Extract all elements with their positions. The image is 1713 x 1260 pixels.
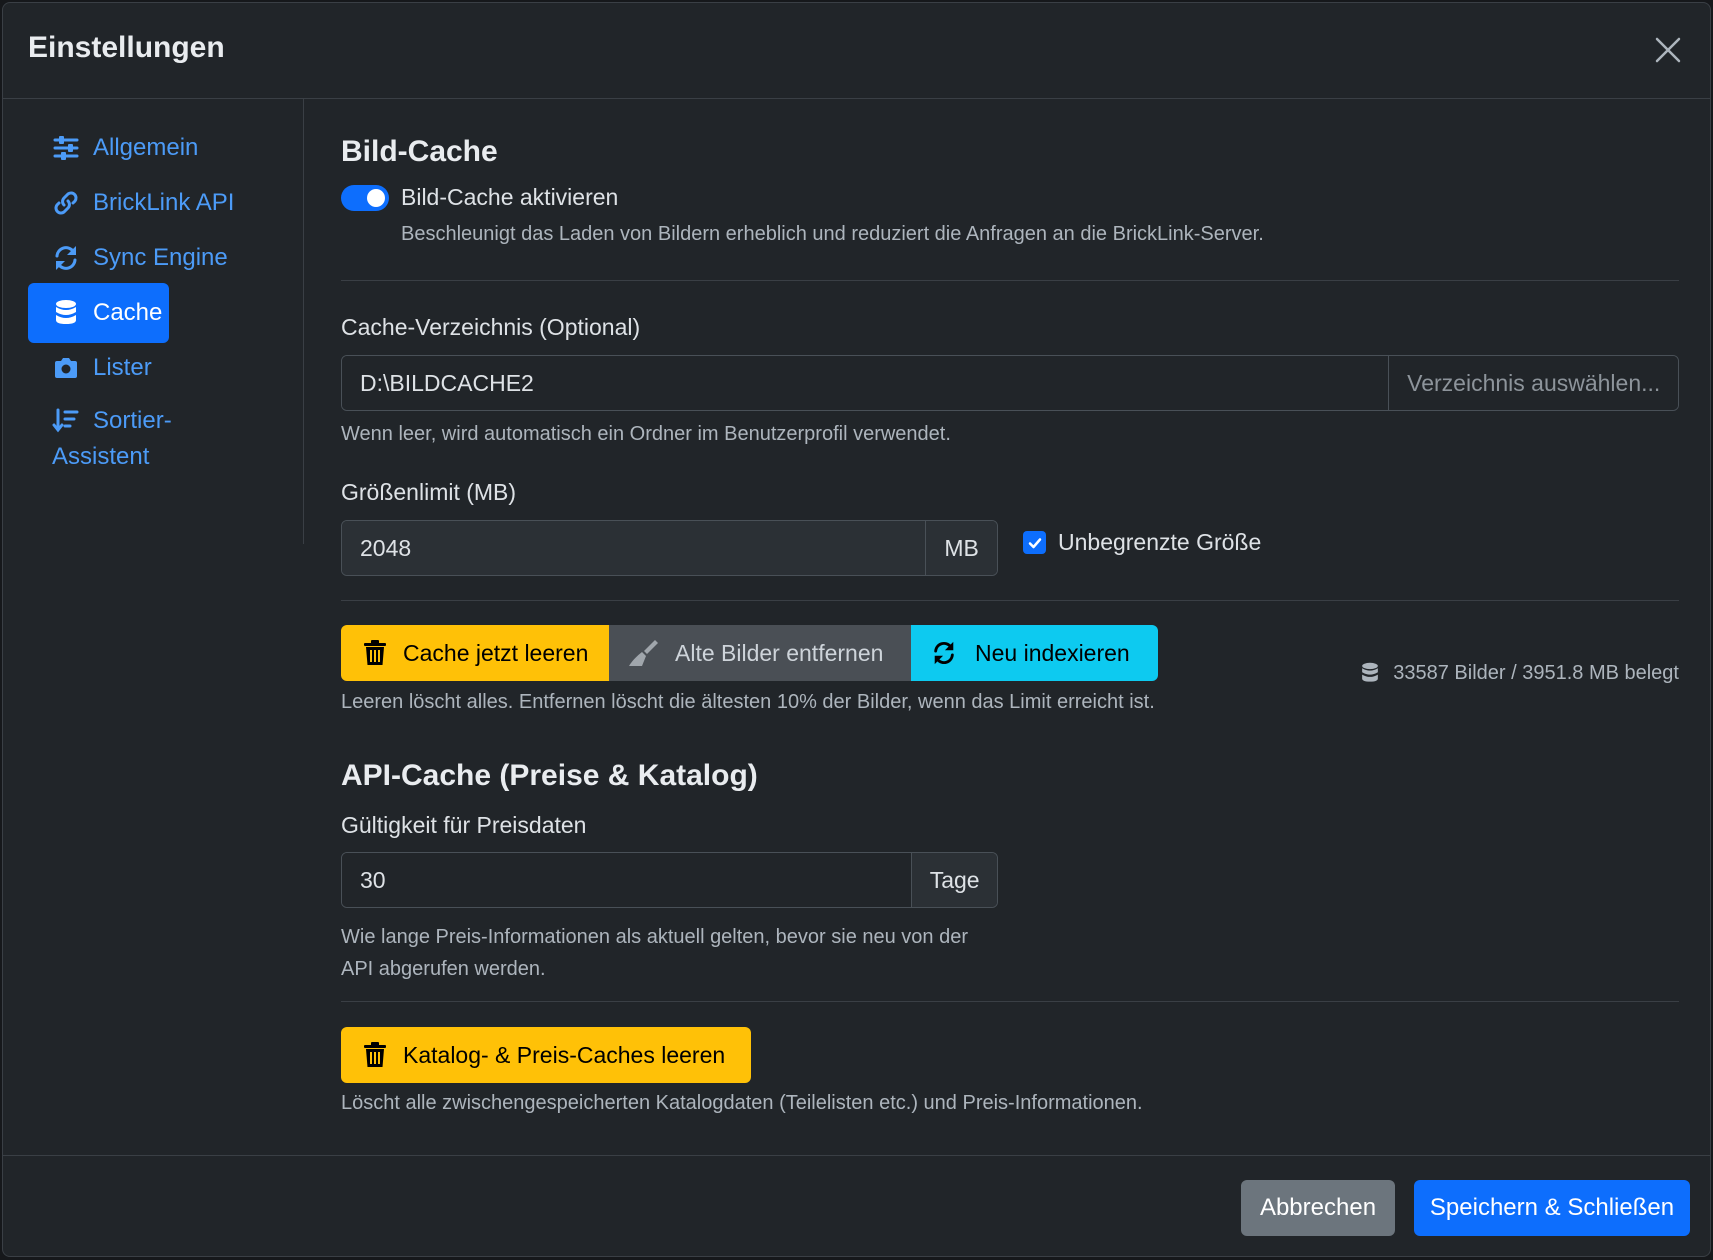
sidebar-item-label: Lister <box>93 354 152 381</box>
cache-dir-group: Verzeichnis auswählen... <box>341 355 1679 411</box>
modal-header: Einstellungen <box>3 3 1710 99</box>
unlimited-size-label: Unbegrenzte Größe <box>1058 529 1262 555</box>
sidebar-item-label: BrickLink API <box>93 189 235 216</box>
settings-sidebar: Allgemein BrickLink API Sync Engine Cach… <box>3 99 304 544</box>
sidebar-item-sync-engine[interactable]: Sync Engine <box>28 228 252 288</box>
sidebar-item-allgemein[interactable]: Allgemein <box>28 118 222 178</box>
close-icon <box>1655 37 1681 63</box>
unlimited-size-checkbox[interactable] <box>1023 531 1046 554</box>
divider <box>341 280 1679 281</box>
image-cache-toggle[interactable] <box>341 185 389 211</box>
price-validity-input[interactable] <box>342 853 912 907</box>
camera-icon <box>55 358 77 378</box>
clear-cache-label: Cache jetzt leeren <box>403 639 589 666</box>
price-validity-help: Wie lange Preis-Informationen als aktuel… <box>341 926 969 980</box>
broom-icon <box>629 640 658 666</box>
image-cache-toggle-label: Bild-Cache aktivieren <box>401 184 619 210</box>
remove-old-images-button[interactable]: Alte Bilder entfernen <box>609 625 911 681</box>
cache-actions-group: Cache jetzt leeren Alte Bilder entfernen… <box>341 625 1158 681</box>
cache-dir-help: Wenn leer, wird automatisch ein Ordner i… <box>341 423 951 445</box>
size-limit-label: Größenlimit (MB) <box>341 479 517 505</box>
price-validity-label: Gültigkeit für Preisdaten <box>341 812 587 838</box>
settings-modal: Einstellungen Allgemein BrickLink API Sy… <box>2 2 1711 1257</box>
cache-actions-help: Leeren löscht alles. Entfernen löscht di… <box>341 691 1155 713</box>
price-validity-group: Tage <box>341 852 998 908</box>
sidebar-item-label: Sortier- Assistent <box>52 407 172 470</box>
database-icon <box>1362 662 1379 682</box>
image-cache-toggle-help: Beschleunigt das Laden von Bildern erheb… <box>401 223 1264 245</box>
database-icon <box>56 300 76 324</box>
clear-api-cache-label: Katalog- & Preis-Caches leeren <box>403 1041 726 1068</box>
cache-stats: 33587 Bilder / 3951.8 MB belegt <box>1359 661 1679 685</box>
checkmark-icon <box>1028 537 1041 548</box>
divider <box>341 1001 1679 1002</box>
cache-stats-text: 33587 Bilder / 3951.8 MB belegt <box>1393 661 1679 684</box>
save-close-button[interactable]: Speichern & Schließen <box>1414 1180 1690 1236</box>
modal-footer: Abbrechen Speichern & Schließen <box>3 1155 1710 1256</box>
size-limit-input[interactable] <box>342 521 926 575</box>
size-limit-group: MB <box>341 520 998 576</box>
sync-icon <box>55 246 77 270</box>
price-validity-unit: Tage <box>911 853 997 907</box>
reindex-button[interactable]: Neu indexieren <box>911 625 1158 681</box>
trash-icon <box>364 640 386 665</box>
remove-old-images-label: Alte Bilder entfernen <box>675 639 884 666</box>
sidebar-item-label: Cache <box>93 299 163 326</box>
sidebar-item-bricklink-api[interactable]: BrickLink API <box>28 173 258 233</box>
sidebar-item-lister[interactable]: Lister <box>28 338 176 398</box>
cache-dir-label: Cache-Verzeichnis (Optional) <box>341 314 641 340</box>
sidebar-item-sortier-assistent[interactable]: Sortier- Assistent <box>28 393 196 473</box>
size-limit-unit: MB <box>925 521 997 575</box>
divider <box>341 600 1679 601</box>
api-cache-title: API-Cache (Preise & Katalog) <box>341 759 758 792</box>
sidebar-item-label: Allgemein <box>93 134 199 161</box>
link-icon <box>54 191 78 215</box>
cache-dir-input[interactable] <box>342 356 1389 410</box>
select-directory-button[interactable]: Verzeichnis auswählen... <box>1388 356 1678 410</box>
cancel-button[interactable]: Abbrechen <box>1241 1180 1395 1236</box>
sliders-icon <box>53 136 79 160</box>
close-button[interactable] <box>1648 30 1688 70</box>
sync-icon <box>934 641 954 665</box>
sort-icon <box>52 408 79 433</box>
clear-api-cache-help: Löscht alle zwischengespeicherten Katalo… <box>341 1092 1143 1114</box>
modal-title: Einstellungen <box>28 31 225 64</box>
sidebar-item-cache[interactable]: Cache <box>28 283 169 343</box>
image-cache-title: Bild-Cache <box>341 135 498 168</box>
reindex-label: Neu indexieren <box>975 639 1130 666</box>
trash-icon <box>364 1042 386 1067</box>
clear-api-cache-button[interactable]: Katalog- & Preis-Caches leeren <box>341 1027 751 1083</box>
clear-cache-button[interactable]: Cache jetzt leeren <box>341 625 609 681</box>
sidebar-item-label: Sync Engine <box>93 244 228 271</box>
